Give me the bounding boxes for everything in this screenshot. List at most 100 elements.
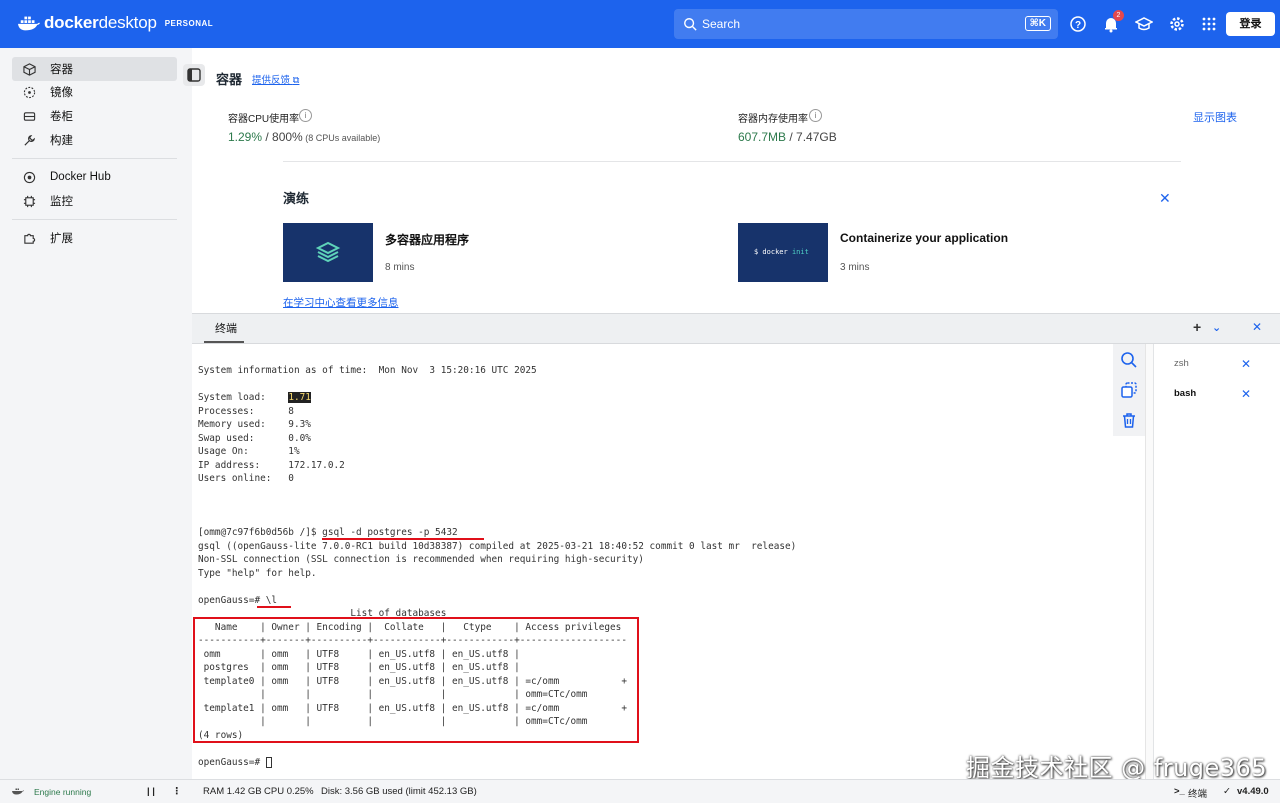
panel-toggle-button[interactable] <box>183 64 205 86</box>
code-prefix: $ docker <box>754 248 792 256</box>
apps-grid-icon[interactable] <box>1200 15 1218 33</box>
sidebar-item-docker-hub[interactable]: Docker Hub <box>12 165 177 189</box>
load-value: 1.71 <box>288 392 311 403</box>
gsql-info: gsql ((openGauss-lite 7.0.0-RC1 build 10… <box>198 540 797 579</box>
card-duration: 8 mins <box>385 262 415 273</box>
trash-icon[interactable] <box>1120 411 1138 429</box>
code-snippet: $ docker init <box>754 248 809 256</box>
prompt: openGauss=# <box>198 756 266 768</box>
sidebar-item-extensions[interactable]: 扩展 <box>12 226 177 250</box>
tab-indicator <box>204 341 244 343</box>
learn-icon[interactable] <box>1135 15 1153 33</box>
walkthrough-card[interactable]: $ docker init Containerize your applicat… <box>738 223 1181 282</box>
disk-usage: Disk: 3.56 GB used (limit 452.13 GB) <box>321 786 477 797</box>
sidebar-item-label: 扩展 <box>50 233 73 245</box>
search-shortcut: ⌘K <box>1024 16 1051 31</box>
image-icon <box>23 86 36 98</box>
memory-usage: 607.7MB / 7.47GB <box>738 130 837 144</box>
check-icon: ✓ <box>1223 786 1231 797</box>
card-thumbnail: $ docker init <box>738 223 828 282</box>
feedback-label: 提供反馈 <box>252 75 291 86</box>
terminal-scrollbar[interactable] <box>1145 344 1153 779</box>
wrench-icon <box>24 134 36 146</box>
version-label: v4.49.0 <box>1237 786 1269 797</box>
memory-label: 容器内存使用率 <box>738 114 808 125</box>
close-icon[interactable]: ✕ <box>1241 387 1251 401</box>
volume-icon <box>23 111 36 121</box>
section-divider <box>283 161 1181 162</box>
hub-icon <box>23 171 36 183</box>
sidebar-item-label: 构建 <box>50 135 73 147</box>
ram-usage: RAM 1.42 GB <box>203 786 262 797</box>
sidebar-item-label: 镜像 <box>50 87 73 99</box>
info-icon[interactable]: i <box>299 109 312 122</box>
sidebar-item-containers[interactable]: 容器 <box>12 57 177 81</box>
status-bar: Engine running | | ⋮ RAM 1.42 GB CPU 0.2… <box>0 779 1280 803</box>
sidebar-item-monitor[interactable]: 监控 <box>12 189 177 213</box>
card-title: 多容器应用程序 <box>385 233 470 247</box>
close-icon[interactable]: ✕ <box>1241 357 1251 371</box>
session-zsh[interactable]: zsh <box>1174 358 1189 369</box>
top-bar: dockerdesktop PERSONAL Search ⌘K ? 2 登录 <box>0 0 1280 48</box>
sidebar-item-builds[interactable]: 构建 <box>12 128 177 152</box>
session-list <box>1153 344 1280 779</box>
add-icon[interactable]: + <box>1193 319 1201 335</box>
sysinfo-line: System information as of time: Mon Nov 3… <box>198 365 537 376</box>
brand-light: desktop <box>98 13 157 32</box>
walkthrough-card[interactable]: 多容器应用程序 8 mins <box>283 223 726 282</box>
docker-whale-icon <box>12 788 24 795</box>
copy-icon[interactable] <box>1120 381 1138 399</box>
tab-terminal[interactable]: 终端 <box>215 320 237 341</box>
close-icon[interactable]: ✕ <box>1159 190 1171 207</box>
terminal-header <box>192 313 1280 344</box>
sidebar-toggle-icon <box>187 68 201 82</box>
puzzle-icon <box>24 233 36 244</box>
container-icon <box>23 62 36 76</box>
sidebar-divider <box>12 219 177 220</box>
login-button[interactable]: 登录 <box>1226 12 1275 36</box>
engine-status: Engine running <box>34 787 92 797</box>
close-icon[interactable]: ✕ <box>1252 320 1262 334</box>
layers-icon <box>315 241 341 263</box>
search-placeholder: Search <box>702 17 741 31</box>
watermark: 掘金技术社区 @ fruge365 <box>966 754 1268 782</box>
show-chart-link[interactable]: 显示图表 <box>1193 109 1237 125</box>
feedback-link[interactable]: 提供反馈 ⧉ <box>252 72 299 86</box>
terminal-button[interactable]: 终端 <box>1188 786 1207 800</box>
docker-logo[interactable]: dockerdesktop PERSONAL <box>18 13 213 33</box>
terminal-prompt-icon: >_ <box>1174 786 1185 797</box>
annotation-box <box>193 617 639 743</box>
cpu-label: 容器CPU使用率 <box>228 114 300 125</box>
search-icon[interactable] <box>1120 351 1138 369</box>
page-title: 容器 <box>216 72 243 87</box>
docker-whale-icon <box>18 16 40 31</box>
system-stats: Processes: 8 Memory used: 9.3% Swap used… <box>198 405 345 485</box>
info-icon[interactable]: i <box>809 109 822 122</box>
cpu-value: 1.29% <box>228 130 263 144</box>
sidebar-divider <box>12 158 177 159</box>
session-bash[interactable]: bash <box>1174 388 1196 399</box>
sidebar-item-label: Docker Hub <box>50 171 111 183</box>
gsql-command: [omm@7c97f6b0d56b /]$ gsql -d postgres -… <box>198 527 458 538</box>
card-duration: 3 mins <box>840 262 870 273</box>
annotation-underline <box>257 606 291 608</box>
memory-total: / 7.47GB <box>786 130 837 144</box>
cpu-usage: 1.29% / 800% (8 CPUs available) <box>228 130 380 144</box>
learning-center-link[interactable]: 在学习中心查看更多信息 <box>283 295 399 310</box>
help-icon[interactable]: ? <box>1069 15 1087 33</box>
search-bar[interactable]: Search ⌘K <box>674 9 1058 39</box>
gear-icon[interactable] <box>1168 15 1186 33</box>
svg-text:?: ? <box>1075 20 1081 31</box>
sidebar-item-label: 容器 <box>50 64 73 76</box>
more-icon[interactable]: ⋮ <box>172 786 182 797</box>
load-label: System load: <box>198 392 289 403</box>
chevron-down-icon[interactable]: ⌄ <box>1212 321 1221 334</box>
sidebar-item-volumes[interactable]: 卷柜 <box>12 104 177 128</box>
sidebar-item-label: 卷柜 <box>50 111 73 123</box>
code-command: init <box>791 248 809 256</box>
pause-icon[interactable]: | | <box>147 786 155 797</box>
list-command: openGauss=# \l <box>198 594 278 606</box>
notification-badge: 2 <box>1113 10 1124 21</box>
sidebar-item-images[interactable]: 镜像 <box>12 80 177 104</box>
brand-bold: docker <box>44 13 99 32</box>
